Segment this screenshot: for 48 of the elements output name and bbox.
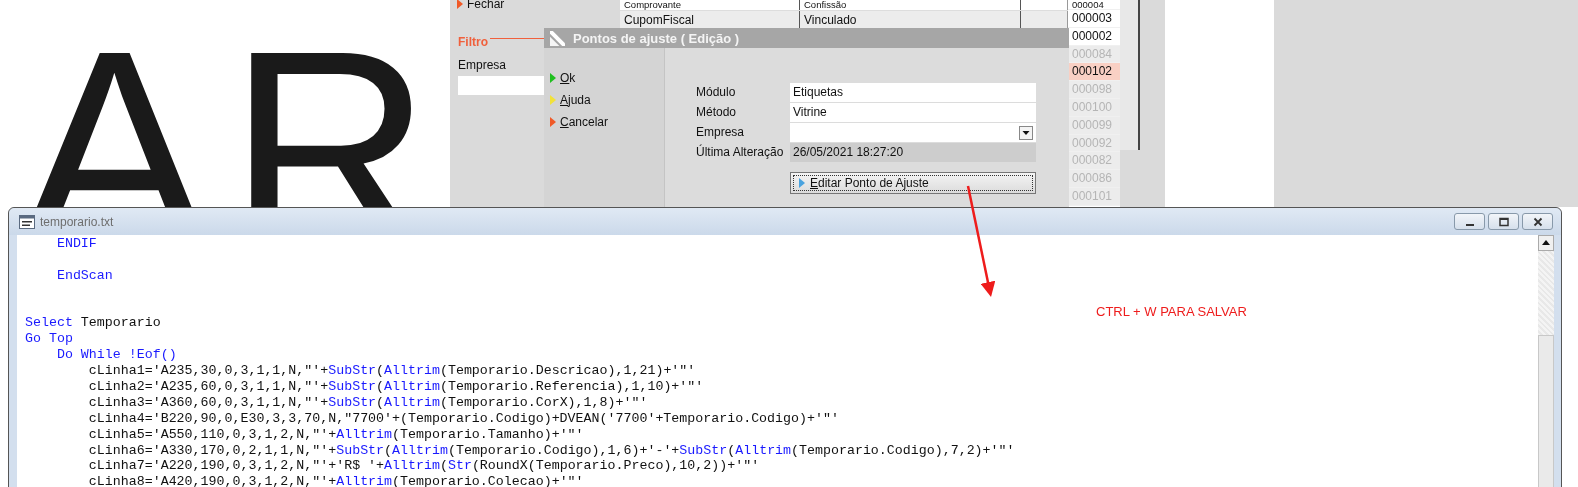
close-button[interactable]: [1522, 213, 1553, 230]
window-title: Pontos de ajuste ( Edição ): [573, 30, 740, 46]
filter-heading: Filtro: [458, 35, 488, 49]
input-field[interactable]: Vitrine: [790, 103, 1036, 122]
field-label: Método: [696, 104, 738, 121]
minimize-button[interactable]: [1454, 213, 1485, 230]
input-field[interactable]: Etiquetas: [790, 83, 1036, 102]
list-item[interactable]: 000003: [1068, 10, 1120, 28]
list-item[interactable]: 000102: [1068, 63, 1120, 82]
code-line: EndScan: [55, 267, 114, 284]
window-icon: [550, 30, 565, 46]
annotation-text: CTRL + W PARA SALVAR: [1096, 304, 1247, 319]
code-line: cLinha5='A550,110,0,3,1,2,N,"'+Alltrim(Temporario.Tamanho)+'"': [87, 426, 585, 443]
window-title: temporario.txt: [40, 214, 114, 229]
menu-action[interactable]: Ok: [550, 67, 664, 89]
field-label: Última Alteração: [696, 143, 785, 161]
code-line: Go Top: [25, 331, 74, 348]
code-line: cLinha2='A235,60,0,3,1,1,N,"'+SubStr(Alltrim(Temporario.Referencia),1,10)+'"': [87, 379, 705, 395]
readonly-field: 26/05/2021 18:27:20: [790, 143, 1036, 162]
field-label: Empresa: [458, 58, 508, 72]
code-line: Select Temporario: [25, 315, 162, 332]
table-cell: Confissão: [800, 0, 1021, 10]
edit-button[interactable]: Editar Ponto de Ajuste: [790, 172, 1036, 194]
table-cell: Comprovante: [620, 0, 800, 10]
scrollbar[interactable]: [1538, 235, 1554, 487]
code-line: ENDIF: [55, 236, 98, 252]
maximize-button[interactable]: [1488, 213, 1519, 230]
leader-line: [490, 38, 545, 39]
text-file-icon: [19, 214, 35, 229]
menu-action[interactable]: Ajuda: [550, 89, 664, 111]
scroll-thumb[interactable]: [1538, 335, 1554, 487]
field-label: Módulo: [696, 84, 737, 101]
dropdown-field[interactable]: [790, 123, 1036, 142]
code-line: cLinha4='B220,90,0,E30,3,3,70,N,"7700'+(Temporario.Codigo)+DVEAN('7700'+Temporario.Codigo)+'"': [87, 410, 840, 427]
code-line: cLinha3='A360,60,0,3,1,1,N,"'+SubStr(Alltrim(Temporario.CorX),1,8)+'"': [87, 394, 649, 411]
close-action[interactable]: Fechar: [457, 0, 620, 12]
triangle-icon: [799, 178, 805, 188]
code-line: cLinha6='A330,170,0,2,1,1,N,"'+SubStr(Alltrim(Temporario.Codigo),1,6)+'-'+SubStr(Alltrim(Temporario.Codigo),7,2)+'"': [87, 442, 1016, 459]
field-label: Empresa: [696, 124, 746, 141]
scroll-up-icon[interactable]: [1538, 235, 1554, 251]
code-line: cLinha1='A235,30,0,3,1,1,N,"'+SubStr(Alltrim(Temporario.Descricao),1,21)+'"': [87, 363, 697, 379]
code-line: cLinha7='A220,190,0,3,1,2,N,"'+'R$ '+Alltrim(Str(RoundX(Temporario.Preco),10,2))+'"': [87, 458, 761, 475]
code-line: Do While !Eof(): [55, 347, 178, 364]
scrollbar[interactable]: [1120, 0, 1140, 150]
minimize-icon: [1465, 223, 1474, 226]
menu-action[interactable]: Cancelar: [550, 111, 664, 133]
maximize-icon: [1498, 216, 1509, 227]
close-icon: [1532, 216, 1543, 227]
